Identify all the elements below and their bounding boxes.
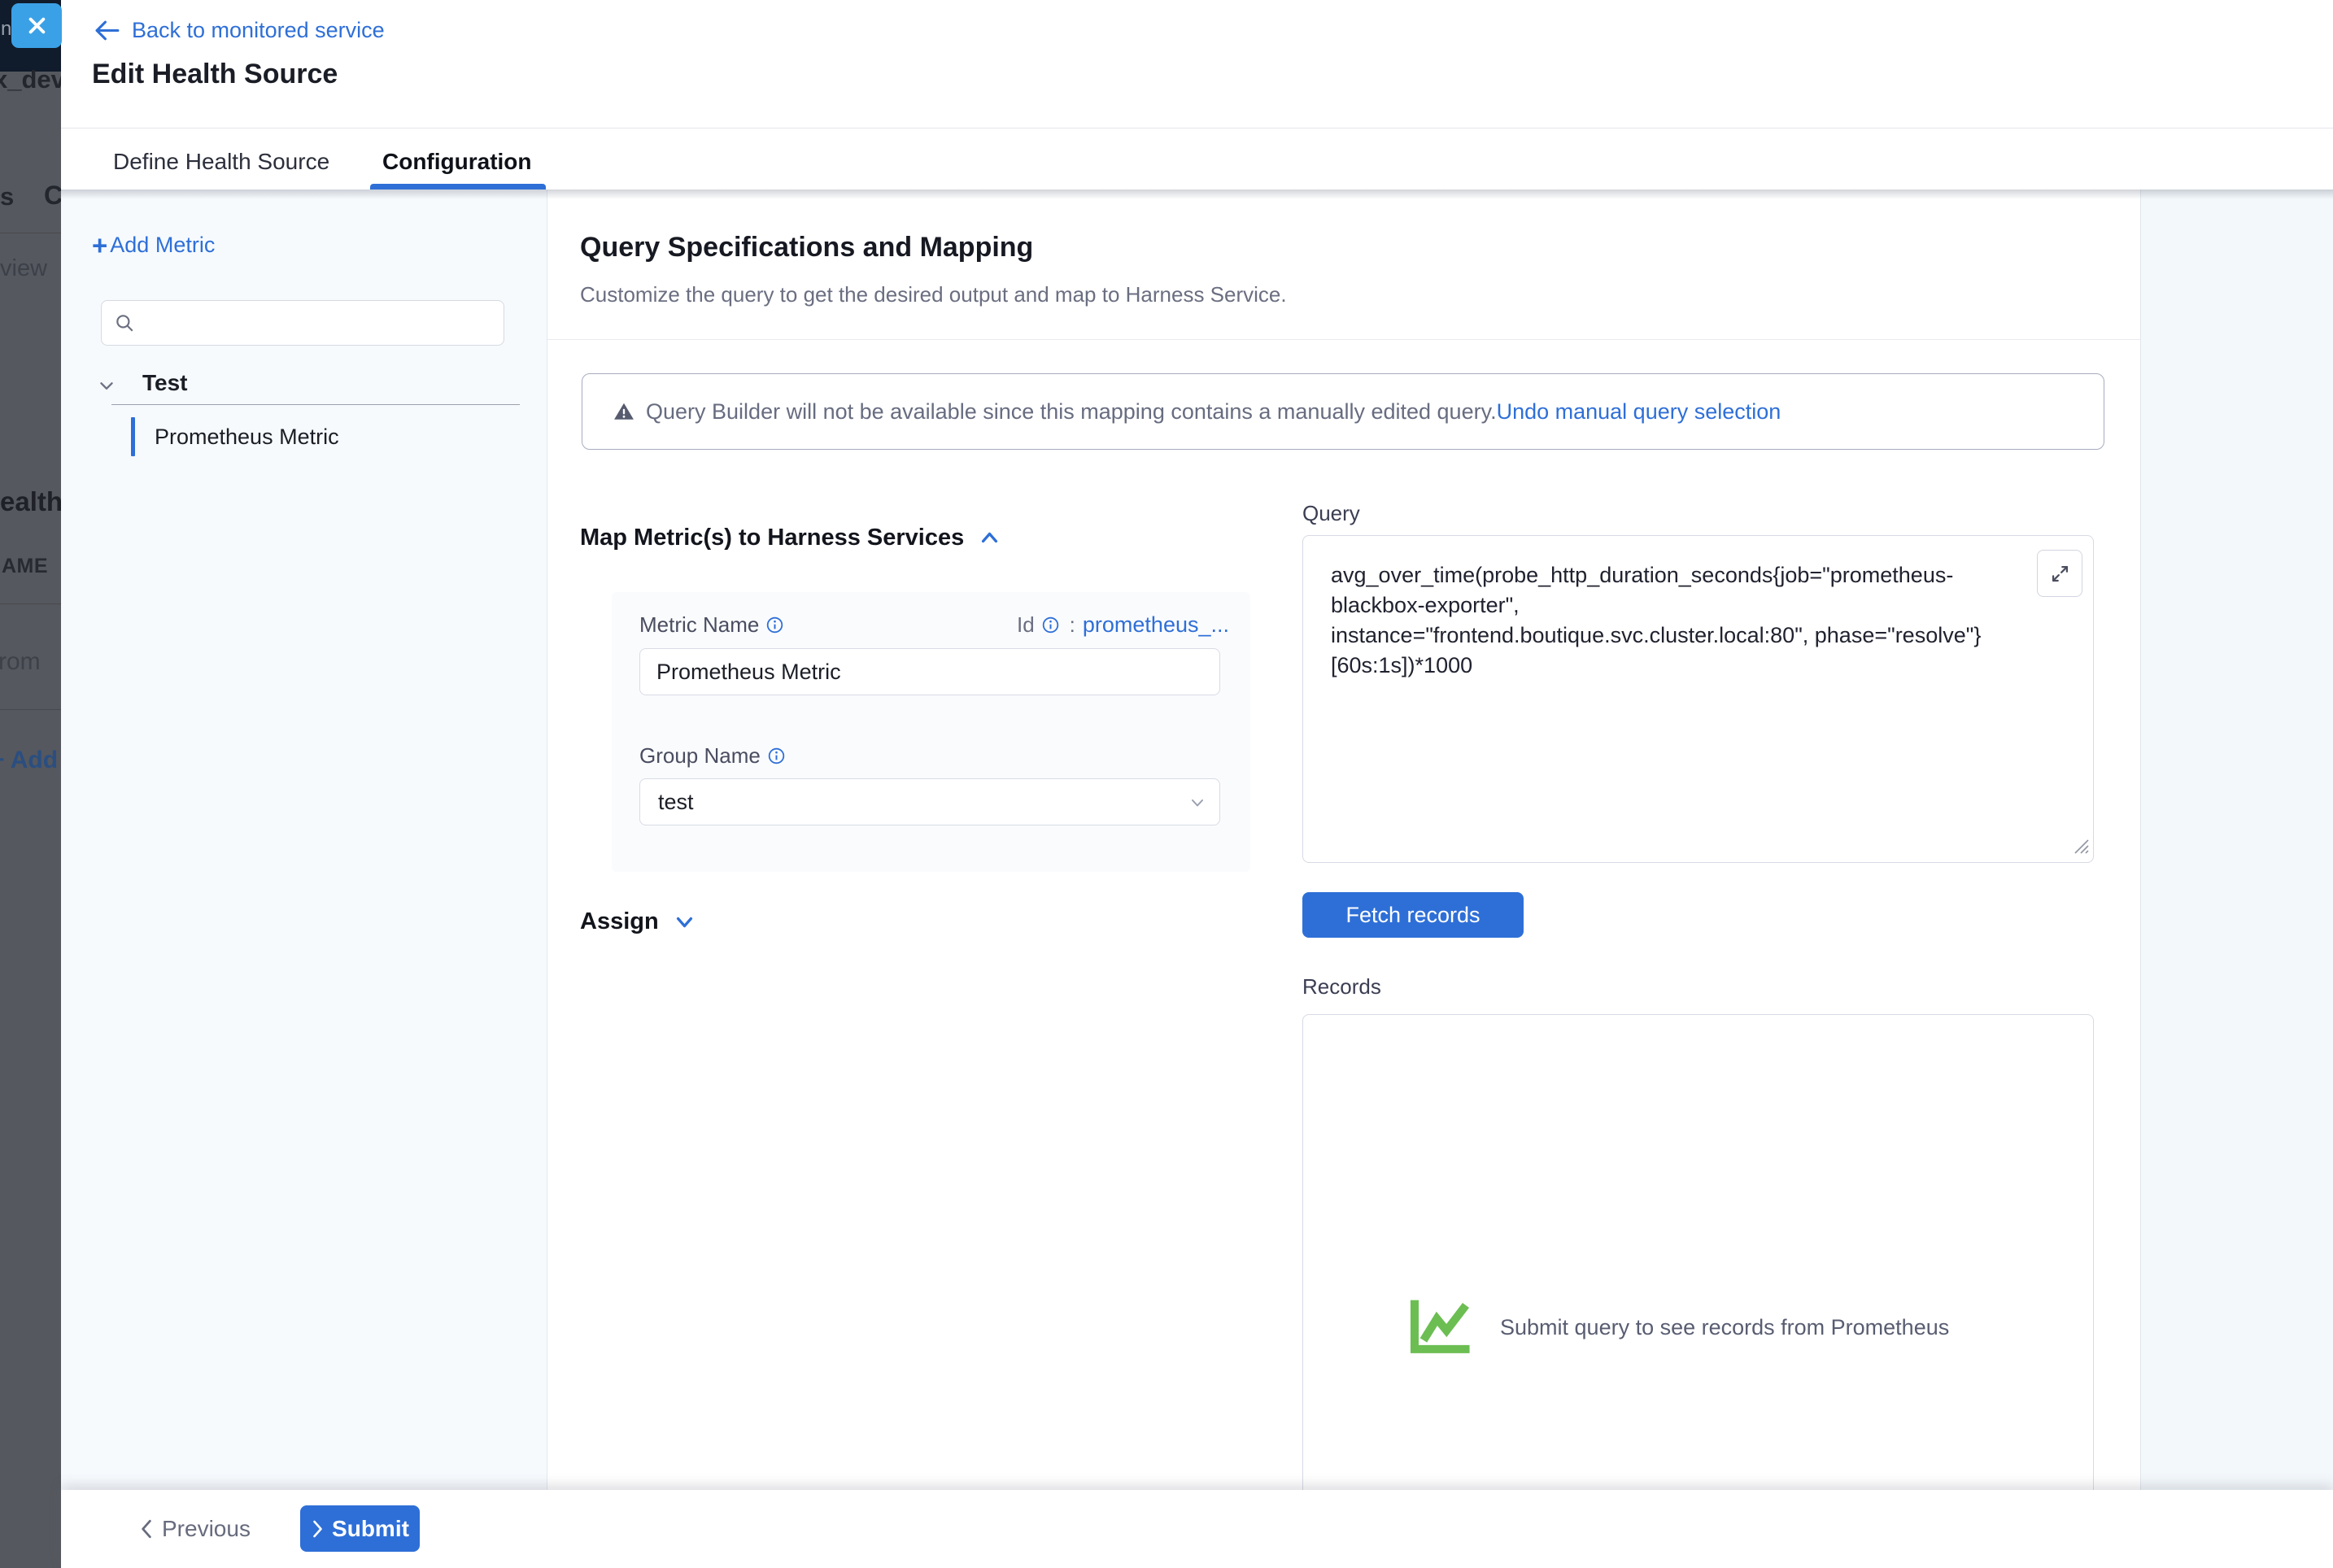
chevron-left-icon: [139, 1518, 154, 1540]
metric-mapping-card: Metric Name Id : prometheus_... Group Na…: [612, 592, 1250, 872]
metrics-sidebar: + Add Metric Test Prometheus Metric: [61, 189, 547, 1490]
tab-configuration[interactable]: Configuration: [382, 149, 532, 175]
previous-button[interactable]: Previous: [139, 1509, 251, 1548]
metric-search-input[interactable]: [144, 301, 494, 345]
id-colon: :: [1070, 612, 1075, 638]
chevron-right-icon: [311, 1519, 325, 1539]
metric-name-label: Metric Name: [639, 612, 759, 638]
background-fragment: x_dev: [0, 65, 61, 94]
plus-icon: +: [92, 233, 107, 258]
group-name-label: Group Name: [639, 743, 761, 769]
selected-indicator-bar: [131, 417, 135, 456]
undo-manual-query-link[interactable]: Undo manual query selection: [1497, 399, 1781, 425]
background-fragment: s: [0, 182, 14, 211]
map-metrics-section-title: Map Metric(s) to Harness Services: [580, 525, 964, 551]
section-heading: Query Specifications and Mapping: [580, 232, 1033, 264]
records-panel: Submit query to see records from Prometh…: [1302, 1014, 2094, 1490]
assign-section-toggle[interactable]: Assign: [580, 908, 696, 935]
background-divider: [0, 603, 61, 604]
group-underline: [111, 404, 520, 405]
info-icon[interactable]: [768, 747, 785, 764]
page-title: Edit Health Source: [92, 59, 338, 90]
resize-handle[interactable]: [2072, 837, 2090, 859]
warning-icon: [613, 401, 635, 422]
close-drawer-button[interactable]: [11, 3, 62, 48]
active-tab-underline: [370, 184, 546, 189]
submit-button[interactable]: Submit: [300, 1505, 420, 1552]
footer-bar: Previous Submit: [61, 1490, 2333, 1568]
tab-define-health-source[interactable]: Define Health Source: [113, 149, 329, 175]
chevron-down-icon: [1188, 794, 1206, 812]
query-label: Query: [1302, 501, 1360, 526]
fetch-records-button[interactable]: Fetch records: [1302, 892, 1524, 938]
metric-search-box[interactable]: [101, 300, 504, 346]
assign-section-title: Assign: [580, 908, 659, 935]
fullscreen-expand-icon: [2049, 563, 2071, 585]
add-metric-label: Add Metric: [110, 233, 215, 258]
chevron-down-icon[interactable]: [674, 911, 696, 933]
section-divider: [547, 339, 2141, 340]
id-label: Id: [1017, 612, 1035, 638]
background-page-strip: nt x_dev s C view ealth S AME rom + Add: [0, 0, 61, 1568]
chevron-up-icon[interactable]: [979, 527, 1001, 549]
previous-label: Previous: [162, 1516, 251, 1542]
search-icon: [114, 312, 135, 333]
sidebar-item-prometheus-metric[interactable]: Prometheus Metric: [131, 416, 339, 457]
records-empty-text: Submit query to see records from Prometh…: [1500, 1296, 1949, 1340]
back-link-label: Back to monitored service: [132, 18, 385, 43]
group-name-selected-value: test: [658, 790, 694, 815]
group-name-select[interactable]: test: [639, 778, 1220, 825]
background-fragment: view: [0, 255, 47, 282]
edit-health-source-drawer: Back to monitored service Edit Health So…: [61, 0, 2333, 1568]
background-fragment: ealth S: [0, 486, 61, 517]
close-icon: [26, 15, 48, 37]
metric-group-label[interactable]: Test: [142, 370, 188, 396]
metric-name-input[interactable]: [639, 648, 1220, 695]
background-fragment: AME: [2, 555, 48, 578]
group-collapse-chevron-icon[interactable]: [96, 375, 117, 400]
add-metric-button[interactable]: + Add Metric: [92, 233, 215, 258]
background-divider: [0, 709, 61, 710]
expand-query-button[interactable]: [2037, 550, 2082, 597]
back-arrow-icon: [94, 19, 120, 42]
warning-text: Query Builder will not be available sinc…: [646, 399, 1497, 425]
metric-item-label: Prometheus Metric: [155, 425, 339, 450]
right-spacer-panel: [2141, 189, 2333, 1490]
metric-id-value-link[interactable]: prometheus_...: [1083, 612, 1229, 638]
back-to-monitored-service-link[interactable]: Back to monitored service: [94, 18, 385, 43]
background-fragment: C: [44, 181, 61, 211]
info-icon[interactable]: [1042, 616, 1059, 634]
line-chart-icon: [1406, 1296, 1483, 1358]
query-text[interactable]: avg_over_time(probe_http_duration_second…: [1331, 560, 2091, 681]
info-icon[interactable]: [766, 616, 783, 634]
section-subheading: Customize the query to get the desired o…: [580, 282, 1287, 307]
edit-health-source-screen: nt x_dev s C view ealth S AME rom + Add …: [0, 0, 2333, 1568]
query-builder-warning-banner: Query Builder will not be available sinc…: [582, 373, 2104, 450]
background-fragment: + Add: [0, 747, 58, 774]
background-fragment: rom: [0, 648, 41, 676]
query-specifications-panel: Query Specifications and Mapping Customi…: [547, 189, 2141, 1490]
records-empty-state: Submit query to see records from Prometh…: [1406, 1296, 1949, 1358]
map-metrics-section-toggle[interactable]: Map Metric(s) to Harness Services: [580, 525, 1001, 551]
submit-label: Submit: [332, 1516, 409, 1542]
records-label: Records: [1302, 974, 1381, 1000]
query-editor[interactable]: avg_over_time(probe_http_duration_second…: [1302, 535, 2094, 863]
